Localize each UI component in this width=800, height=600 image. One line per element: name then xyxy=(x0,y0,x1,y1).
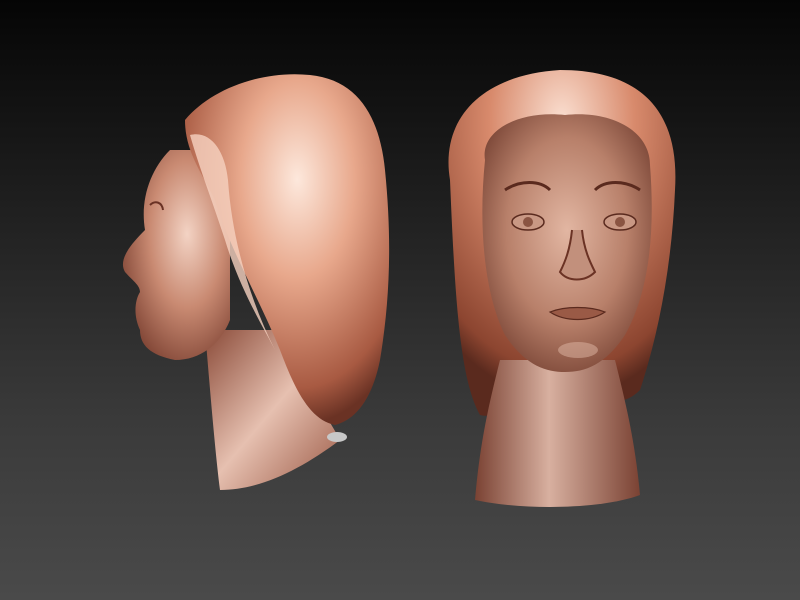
left-iris xyxy=(523,217,533,227)
chin-highlight xyxy=(558,342,598,358)
front-neck xyxy=(475,360,640,507)
side-profile-head xyxy=(122,74,390,490)
side-base-ring xyxy=(327,432,347,442)
front-head xyxy=(448,70,676,507)
right-iris xyxy=(615,217,625,227)
sculpt-viewport[interactable] xyxy=(0,0,800,600)
sculpt-canvas xyxy=(122,70,676,507)
